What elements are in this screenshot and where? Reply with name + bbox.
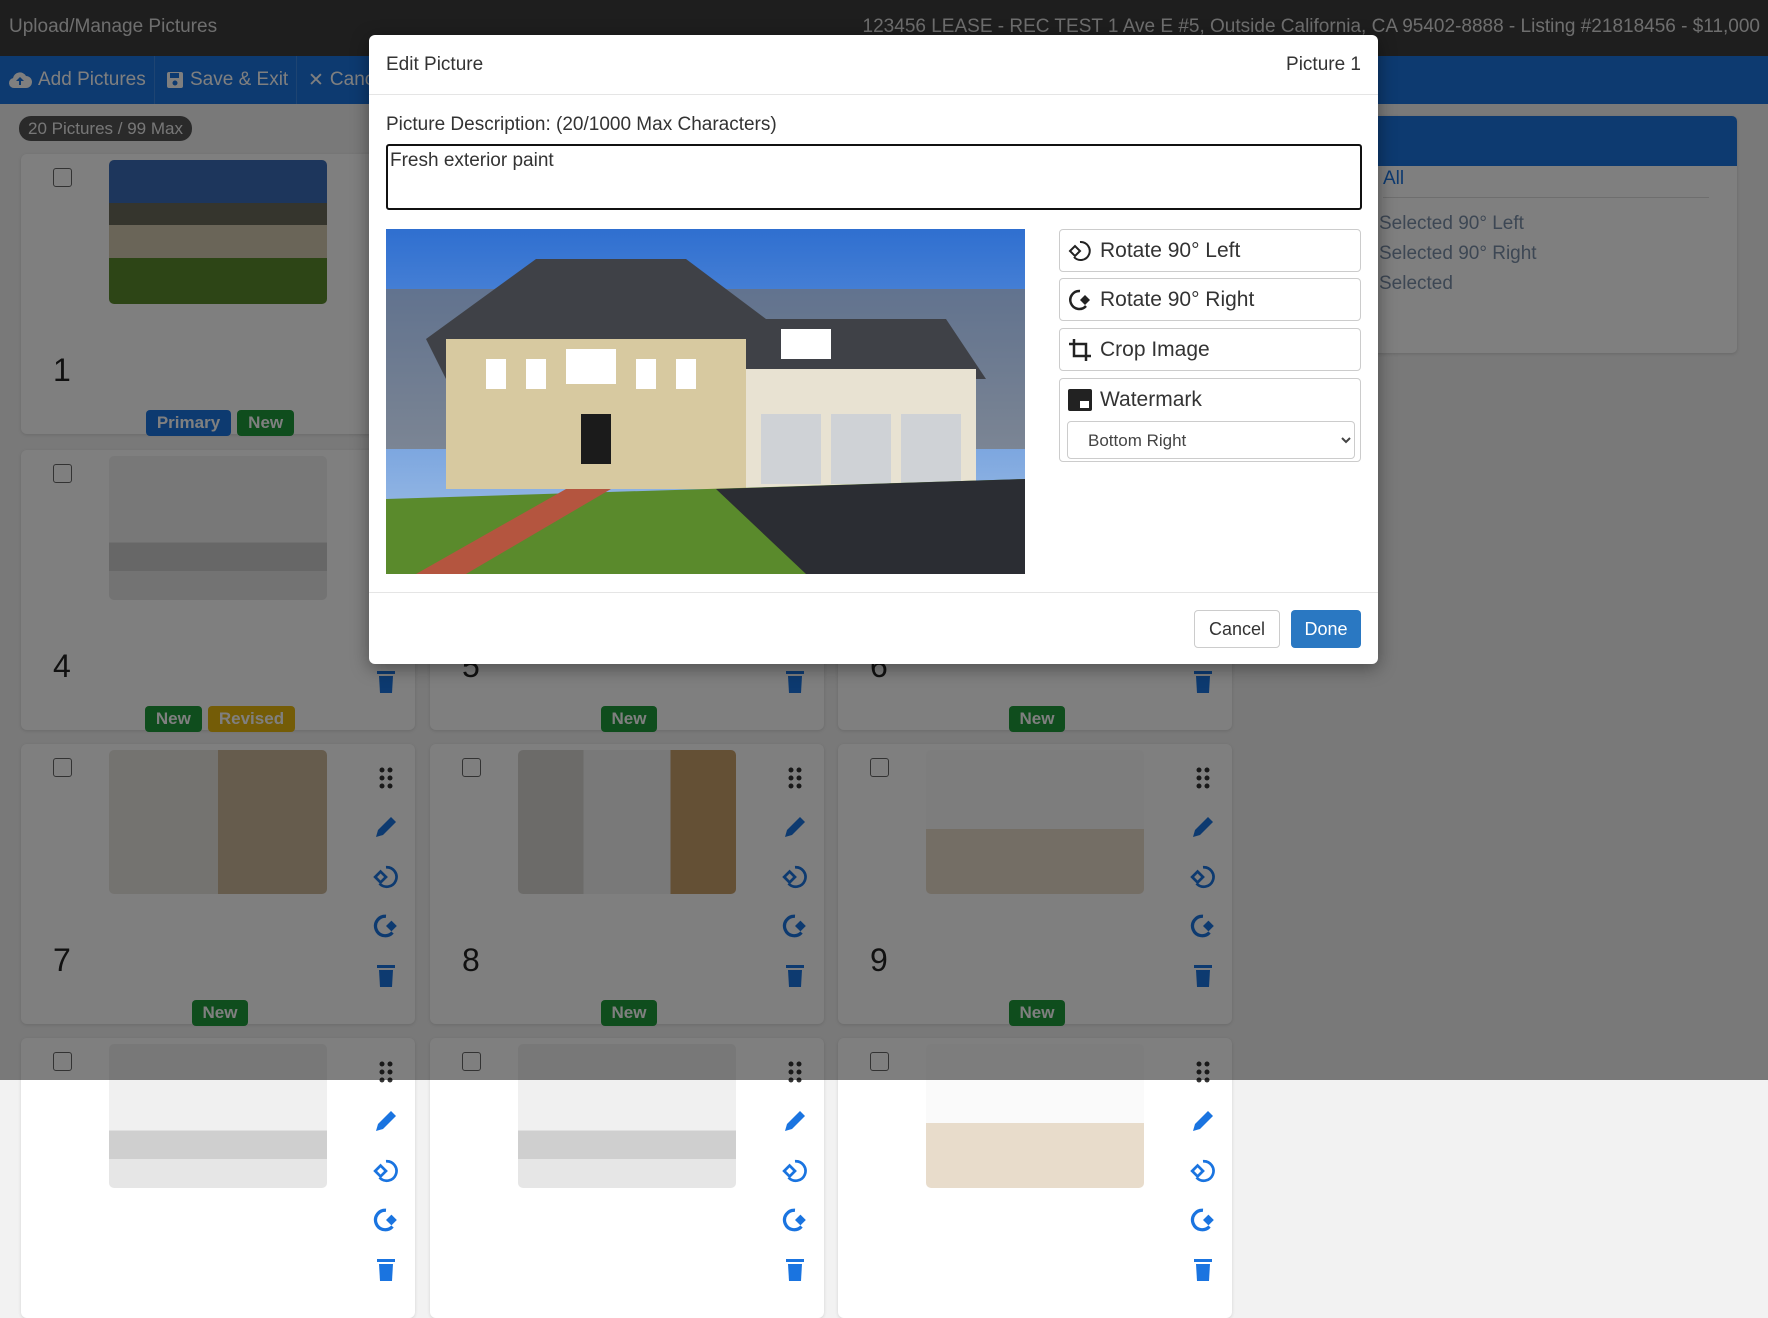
cancel-button[interactable]: Cancel (1194, 610, 1280, 648)
rotate-left-icon[interactable] (782, 1158, 808, 1184)
picture-preview (386, 229, 1025, 574)
edit-icon[interactable] (373, 1108, 399, 1134)
watermark-icon (1068, 389, 1092, 411)
watermark-section: Watermark Bottom Right (1059, 378, 1361, 462)
watermark-position-select[interactable]: Bottom Right (1067, 421, 1355, 459)
rotate-right-button[interactable]: Rotate 90° Right (1059, 278, 1361, 321)
done-button[interactable]: Done (1291, 610, 1361, 648)
rotate-right-icon[interactable] (782, 1207, 808, 1233)
edit-icon[interactable] (782, 1108, 808, 1134)
rotate-left-icon (1068, 240, 1091, 261)
rotate-right-icon[interactable] (373, 1207, 399, 1233)
rotate-right-icon (1069, 289, 1090, 310)
rotate-left-button[interactable]: Rotate 90° Left (1059, 229, 1361, 272)
rotate-left-icon[interactable] (1190, 1158, 1216, 1184)
edit-icon[interactable] (1190, 1108, 1216, 1134)
crop-image-button[interactable]: Crop Image (1059, 328, 1361, 371)
picture-card (838, 1038, 1232, 1318)
picture-card (430, 1038, 824, 1318)
modal-title: Edit Picture (386, 54, 484, 75)
modal-header: Edit Picture Picture 1 (369, 35, 1378, 95)
picture-label: Picture 1 (1286, 54, 1361, 75)
edit-picture-modal: Edit Picture Picture 1 Picture Descripti… (369, 35, 1378, 664)
rotate-left-icon[interactable] (373, 1158, 399, 1184)
watermark-label: Watermark (1100, 388, 1202, 411)
trash-icon[interactable] (782, 1256, 808, 1282)
trash-icon[interactable] (1190, 1256, 1216, 1282)
description-label: Picture Description: (20/1000 Max Charac… (386, 114, 777, 135)
picture-card (21, 1038, 415, 1318)
rotate-right-icon[interactable] (1190, 1207, 1216, 1233)
description-input[interactable] (386, 144, 1362, 210)
modal-footer-divider (369, 592, 1378, 593)
crop-icon (1069, 338, 1091, 361)
trash-icon[interactable] (373, 1256, 399, 1282)
